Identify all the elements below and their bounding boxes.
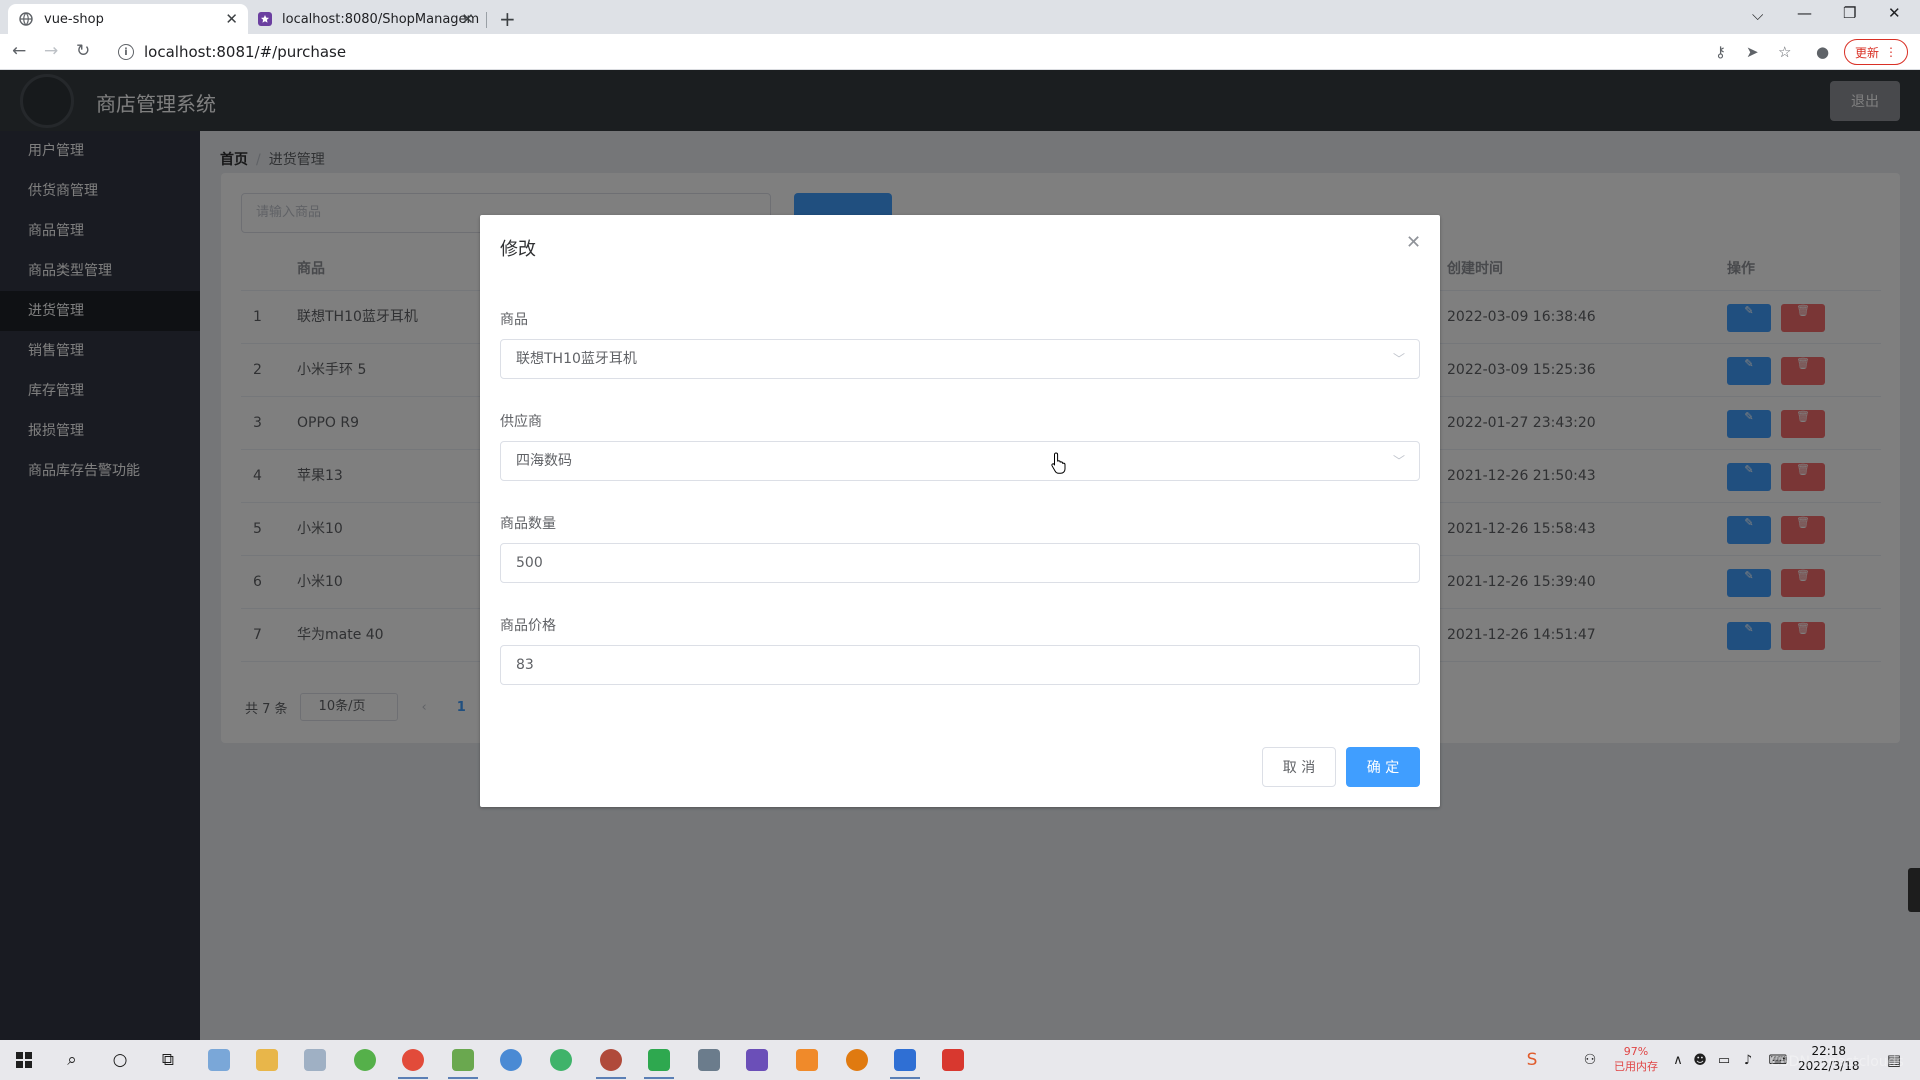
tab-search-icon[interactable]: ⌵	[1752, 6, 1763, 24]
app-icon-1[interactable]	[208, 1049, 230, 1071]
dialog-title: 修改	[500, 239, 536, 260]
update-button[interactable]: 更新 ⋮	[1844, 39, 1908, 65]
chrome-icon[interactable]	[398, 1049, 428, 1079]
volume-icon[interactable]: ♪	[1734, 1046, 1762, 1074]
quantity-label: 商品数量	[500, 516, 556, 532]
update-label: 更新	[1854, 45, 1879, 60]
forward-icon[interactable]: →	[44, 41, 58, 61]
browser-tab-vue-shop[interactable]: vue-shop ✕	[8, 4, 248, 34]
site-info-icon[interactable]: i	[118, 44, 134, 60]
app-icon-8[interactable]	[550, 1049, 572, 1071]
supplier-label: 供应商	[500, 414, 542, 430]
app-icon-3[interactable]	[304, 1049, 326, 1071]
tab-separator	[486, 12, 487, 28]
app-favicon-icon	[258, 11, 272, 27]
input-method-icon[interactable]: S	[1518, 1046, 1546, 1074]
edit-dialog: 修改 ✕ 商品 联想TH10蓝牙耳机 ﹀ 供应商 四海数码 ﹀ 商品数量 500…	[480, 215, 1440, 807]
file-explorer-icon[interactable]	[256, 1049, 278, 1071]
tab-close-icon[interactable]: ✕	[225, 10, 238, 28]
app-icon-7[interactable]	[500, 1049, 522, 1071]
app-icon-13[interactable]	[796, 1049, 818, 1071]
supplier-value: 四海数码	[516, 453, 572, 469]
cancel-button[interactable]: 取 消	[1262, 747, 1336, 787]
wps-icon[interactable]	[942, 1049, 964, 1071]
app-icon-12[interactable]	[746, 1049, 768, 1071]
reload-icon[interactable]: ↻	[76, 41, 90, 61]
globe-icon	[18, 11, 34, 27]
price-value: 83	[516, 657, 534, 673]
chevron-down-icon: ﹀	[1392, 352, 1405, 366]
windows-start-icon[interactable]	[10, 1046, 38, 1074]
people-icon[interactable]: ⚇	[1576, 1046, 1604, 1074]
tab-close-icon[interactable]: ✕	[461, 10, 474, 28]
window-close-icon[interactable]: ✕	[1888, 4, 1901, 22]
quantity-value: 500	[516, 555, 543, 571]
url-text: localhost:8081/#/purchase	[144, 43, 347, 61]
goods-select[interactable]: 联想TH10蓝牙耳机 ﹀	[500, 339, 1420, 379]
quantity-input[interactable]: 500	[500, 543, 1420, 583]
send-icon[interactable]: ➤	[1746, 43, 1759, 61]
chevron-down-icon: ﹀	[1392, 454, 1405, 468]
memory-percent: 97%	[1623, 1045, 1649, 1058]
search-icon[interactable]: ⌕	[58, 1046, 86, 1074]
minimize-icon[interactable]: —	[1797, 4, 1812, 22]
browser-tab-bar: vue-shop ✕ localhost:8080/ShopManagem ✕ …	[0, 0, 1920, 34]
memory-label: 已用内存	[1614, 1060, 1658, 1073]
search-tool-icon[interactable]	[846, 1049, 868, 1071]
back-icon[interactable]: ←	[12, 41, 26, 61]
memory-indicator[interactable]: 97% 已用内存	[1614, 1044, 1658, 1074]
browser-tab-localhost[interactable]: localhost:8080/ShopManagem ✕	[248, 4, 484, 34]
menu-dots-icon: ⋮	[1885, 45, 1897, 59]
notepad-icon[interactable]	[448, 1049, 478, 1079]
url-field[interactable]: i localhost:8081/#/purchase	[112, 37, 1752, 67]
address-bar: ← → ↻ i localhost:8081/#/purchase ⚷ ➤ ☆ …	[0, 34, 1920, 70]
watermark: CSDN @nastclouds	[1770, 1054, 1904, 1070]
key-icon[interactable]: ⚷	[1715, 43, 1726, 61]
taskbar: ⌕ ○ ⧉ S ⚇ 97% 已用内存 ∧ ☻ ▭ ♪ ⌨ 22:18 2022/…	[0, 1040, 1920, 1080]
task-view-icon[interactable]: ⧉	[154, 1046, 182, 1074]
cortana-icon[interactable]: ○	[106, 1046, 134, 1074]
profile-icon[interactable]: ●	[1816, 43, 1829, 61]
price-label: 商品价格	[500, 618, 556, 634]
close-icon[interactable]: ✕	[1406, 232, 1421, 253]
app-icon-11[interactable]	[698, 1049, 720, 1071]
supplier-select[interactable]: 四海数码 ﹀	[500, 441, 1420, 481]
goods-label: 商品	[500, 312, 528, 328]
tab-title: localhost:8080/ShopManagem	[282, 11, 480, 27]
app-icon-9[interactable]	[596, 1049, 626, 1079]
confirm-button[interactable]: 确 定	[1346, 747, 1420, 787]
app-icon-4[interactable]	[354, 1049, 376, 1071]
tab-title: vue-shop	[44, 11, 104, 27]
goods-value: 联想TH10蓝牙耳机	[516, 351, 637, 367]
price-input[interactable]: 83	[500, 645, 1420, 685]
hand-cursor-icon	[1050, 452, 1068, 478]
restore-icon[interactable]: ❐	[1843, 4, 1856, 22]
bookmark-star-icon[interactable]: ☆	[1778, 43, 1791, 61]
hbuilder-icon[interactable]	[644, 1049, 674, 1079]
new-tab-icon[interactable]: +	[499, 7, 516, 31]
app-icon-15[interactable]	[890, 1049, 920, 1079]
